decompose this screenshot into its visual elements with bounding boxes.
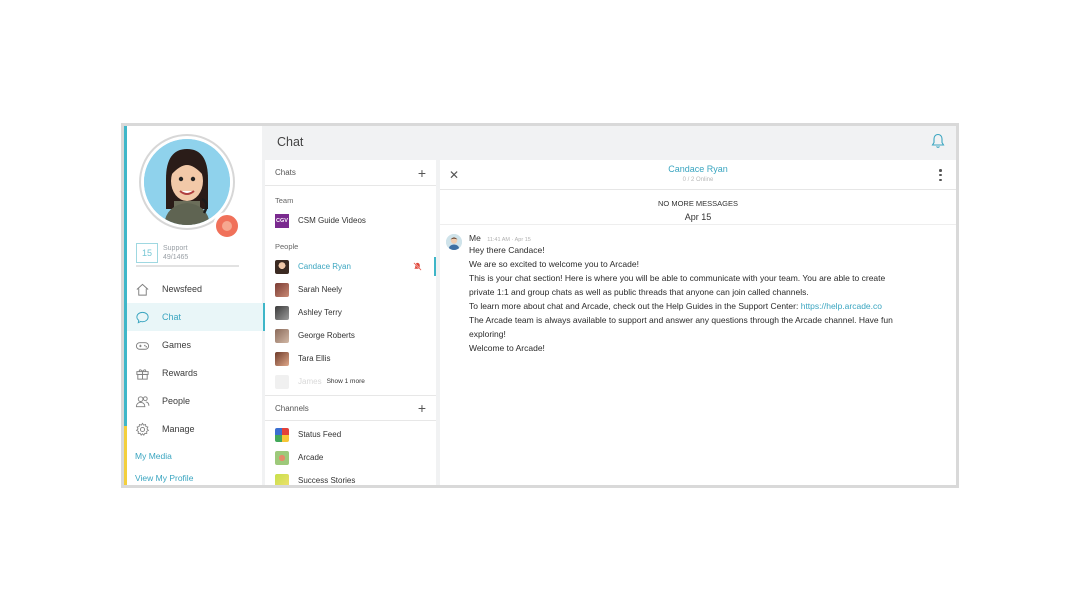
nav-list: Newsfeed Chat Games Rewards People Manag… [127,275,265,443]
chat-row-person[interactable]: Ashley Terry [265,301,436,324]
chat-row-person[interactable]: Tara Ellis [265,347,436,370]
channel-name: Success Stories [298,476,356,485]
page-title: Chat [277,135,304,149]
channel-name: Arcade [298,453,324,462]
message-line: Welcome to Arcade! [469,343,545,353]
chat-row-team[interactable]: CGV CSM Guide Videos [265,209,436,232]
nav-item-label: Rewards [162,368,198,378]
no-more-messages: NO MORE MESSAGES [657,199,738,208]
level-progress-bar [136,265,239,267]
nav-item-people[interactable]: People [127,387,265,415]
chat-row-person[interactable]: Candace Ryan [265,255,436,278]
team-section-label: Team [275,196,294,205]
muted-bell-icon [413,262,422,271]
chat-name: Ashley Terry [298,308,342,317]
conversation-title[interactable]: Candace Ryan [440,164,956,174]
chats-title: Chats [275,168,296,177]
avatar-illustration [144,139,230,225]
chat-name: CSM Guide Videos [298,216,366,225]
date-divider: Apr 15 [440,212,956,225]
avatar [275,259,289,274]
avatar [446,234,462,250]
chat-name-faded: James [298,377,322,386]
level-label: Support [163,245,188,252]
message-author: Me [469,233,481,243]
show-more-link[interactable]: Show 1 more [327,378,365,385]
gear-icon [134,421,150,437]
channel-row[interactable]: Status Feed [265,423,436,446]
status-badge [213,212,241,240]
chats-header: Chats + [265,160,436,186]
new-channel-button[interactable]: + [418,401,426,415]
nav-item-label: Games [162,340,192,350]
level-progress-text: 49/1465 [163,254,189,261]
message: Me 11:41 AM · Apr 15 Hey there Candace! … [446,233,909,355]
nav-item-label: Newsfeed [162,284,203,294]
chat-list-panel: Chats + Team CGV CSM Guide Videos People… [265,160,436,485]
message-line: private 1:1 and group chats as well as p… [469,287,809,297]
message-text: To learn more about chat and Arcade, che… [469,301,799,311]
new-chat-button[interactable]: + [418,166,426,180]
nav-item-label: Manage [162,424,195,434]
message-line: This is your chat section! Here is where… [469,273,886,283]
chat-name: Tara Ellis [298,354,331,363]
channel-icon [275,473,289,485]
app-window: 15 Support 49/1465 Newsfeed Chat Games R… [121,123,959,488]
view-profile-link[interactable]: View My Profile [135,472,193,485]
nav-item-chat[interactable]: Chat [127,303,265,331]
nav-item-games[interactable]: Games [127,331,265,359]
message-line: The Arcade team is always available to s… [469,315,893,325]
gift-icon [134,365,150,381]
conversation-header: ✕ Candace Ryan 0 / 2 Online [440,160,956,190]
online-status: 0 / 2 Online [682,177,714,183]
my-media-link[interactable]: My Media [135,450,193,472]
left-nav: 15 Support 49/1465 Newsfeed Chat Games R… [124,126,265,485]
avatar [275,305,289,320]
chat-name: George Roberts [298,331,355,340]
nav-item-rewards[interactable]: Rewards [127,359,265,387]
channel-name: Status Feed [298,430,342,439]
message-line: Hey there Candace! [469,245,545,255]
help-link[interactable]: https://help.arcade.co [801,301,882,311]
team-badge: CGV [275,213,289,228]
conversation-panel: ✕ Candace Ryan 0 / 2 Online NO MORE MESS… [440,160,956,485]
avatar [275,351,289,366]
people-section-label: People [275,242,299,251]
avatar [275,374,289,389]
profile-avatar[interactable] [137,132,241,240]
avatar [275,328,289,343]
nav-item-label: People [162,396,191,406]
nav-item-newsfeed[interactable]: Newsfeed [127,275,265,303]
more-options-icon[interactable] [939,169,942,181]
message-line: We are so excited to welcome you to Arca… [469,259,639,269]
nav-item-manage[interactable]: Manage [127,415,265,443]
message-line-with-link: To learn more about chat and Arcade, che… [469,299,909,313]
home-icon [134,281,150,297]
level-indicator: 15 Support 49/1465 [136,243,188,263]
channel-row[interactable]: Arcade [265,446,436,469]
channel-icon [275,427,289,442]
gamepad-icon [134,337,150,353]
chat-icon [134,309,150,325]
chat-name: Sarah Neely [298,285,343,294]
bell-icon[interactable] [930,133,946,149]
chat-row-person[interactable]: George Roberts [265,324,436,347]
avatar [275,282,289,297]
channels-header: Channels + [265,395,436,421]
nav-item-label: Chat [162,312,182,322]
channels-title: Channels [275,403,309,413]
channel-row[interactable]: Success Stories [265,469,436,485]
chat-row-person[interactable]: Sarah Neely [265,278,436,301]
chat-name: Candace Ryan [298,262,351,271]
show-more-row[interactable]: James Show 1 more [265,370,436,393]
page-header: Chat [265,126,956,158]
people-icon [134,393,150,409]
level-number: 15 [136,243,158,263]
channel-icon [275,450,289,465]
message-line: exploring! [469,329,506,339]
